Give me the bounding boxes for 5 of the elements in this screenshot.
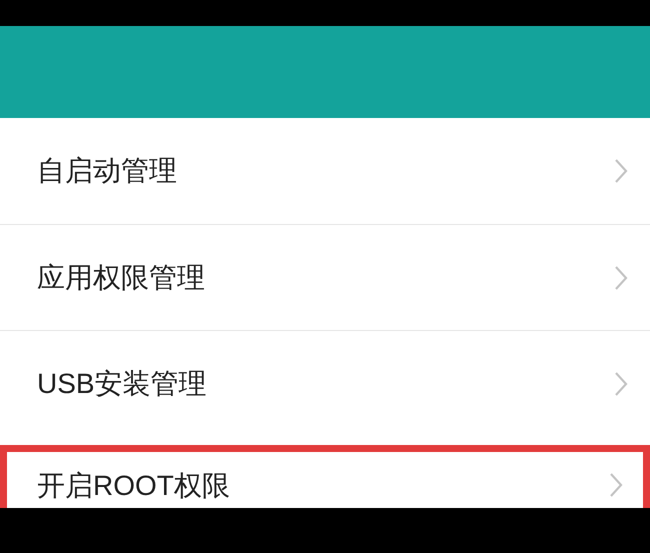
- chevron-icon: [609, 472, 623, 498]
- chevron-icon: [614, 158, 628, 184]
- chevron-icon: [614, 264, 628, 290]
- chevron-icon: [614, 370, 628, 396]
- highlighted-list-item[interactable]: 开启ROOT权限: [0, 445, 650, 508]
